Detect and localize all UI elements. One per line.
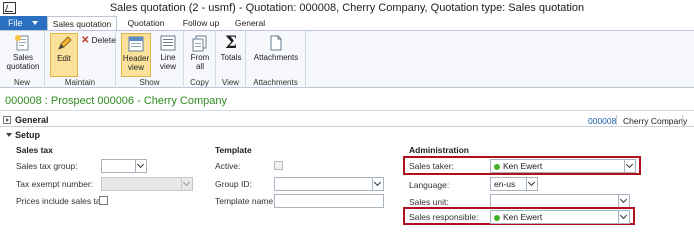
copy-from-all-button[interactable]: From all — [186, 33, 214, 77]
template-name-field[interactable] — [274, 194, 384, 208]
summary-customer-name: Cherry Company — [623, 116, 688, 126]
prices-include-tax-checkbox[interactable] — [99, 196, 108, 205]
group-label-view: View — [221, 78, 240, 87]
administration-heading: Administration — [409, 145, 469, 155]
language-field[interactable]: en-us — [490, 177, 538, 191]
chevron-down-icon[interactable] — [135, 160, 146, 172]
ribbon: Sales quotation New Edit ✕ Delete Maintai… — [0, 30, 694, 88]
active-checkbox — [274, 161, 283, 170]
tab-general[interactable]: General — [229, 16, 271, 30]
window-title: Sales quotation (2 - usmf) - Quotation: … — [109, 2, 585, 14]
tab-sales-quotation[interactable]: Sales quotation — [47, 16, 117, 30]
template-name-label: Template name: — [215, 196, 276, 206]
new-document-icon — [15, 35, 29, 51]
prices-include-tax-label: Prices include sales tax: — [16, 196, 108, 206]
sales-responsible-field[interactable]: Ken Ewert — [490, 210, 630, 224]
line-view-label-2: view — [159, 62, 176, 71]
sales-unit-field[interactable] — [490, 194, 630, 208]
header-view-icon — [128, 36, 144, 52]
ribbon-group-show: Header view Line view Show — [116, 31, 184, 88]
group-id-label: Group ID: — [215, 179, 252, 189]
attachment-document-icon — [270, 34, 283, 51]
sales-tax-group-field[interactable] — [101, 159, 147, 173]
group-label-attachments: Attachments — [253, 78, 298, 87]
active-label: Active: — [215, 161, 241, 171]
group-label-copy: Copy — [190, 78, 209, 87]
line-view-label-1: Line — [160, 53, 176, 62]
chevron-down-icon[interactable] — [618, 211, 629, 223]
sales-taker-value: Ken Ewert — [494, 161, 542, 172]
general-fasttab[interactable]: General 000008 Cherry Company — [0, 114, 694, 127]
ribbon-group-maintain: Edit ✕ Delete Maintain — [45, 31, 116, 88]
edit-label: Edit — [57, 54, 71, 63]
chevron-down-icon[interactable] — [526, 178, 537, 190]
tab-quotation[interactable]: Quotation — [119, 16, 173, 30]
chevron-down-icon[interactable] — [624, 160, 635, 172]
summary-divider-end — [682, 115, 683, 125]
header-view-label-2: view — [127, 63, 144, 72]
divider — [0, 110, 694, 111]
setup-label: Setup — [15, 130, 41, 140]
sales-quotation-label-1: Sales — [12, 53, 33, 62]
sales-tax-heading: Sales tax — [16, 145, 53, 155]
totals-button[interactable]: Σ Totals — [217, 33, 245, 77]
file-label: File — [8, 18, 23, 28]
ribbon-group-attachments: Attachments Attachments — [246, 31, 306, 88]
from-all-label-2: all — [195, 62, 204, 71]
chevron-down-icon[interactable] — [618, 195, 629, 207]
sales-tax-group-label: Sales tax group: — [16, 161, 78, 171]
attachments-button[interactable]: Attachments — [252, 33, 300, 77]
copy-icon — [192, 35, 207, 52]
chevron-down-icon — [32, 21, 38, 25]
sales-quotation-label-2: quotation — [6, 62, 40, 71]
pencil-icon — [58, 36, 72, 50]
language-value: en-us — [494, 179, 516, 189]
new-sales-quotation-button[interactable]: Sales quotation — [5, 33, 41, 77]
expand-icon[interactable] — [3, 116, 11, 124]
record-heading: 000008 : Prospect 000006 - Cherry Compan… — [5, 95, 227, 107]
delete-icon: ✕ — [81, 35, 90, 46]
delete-label: Delete — [91, 35, 116, 45]
header-view-button[interactable]: Header view — [121, 33, 151, 77]
ribbon-group-view: Σ Totals View — [216, 31, 246, 88]
collapse-icon[interactable] — [6, 133, 12, 137]
title-bar: Sales quotation (2 - usmf) - Quotation: … — [0, 0, 694, 16]
tax-exempt-number-label: Tax exempt number: — [16, 179, 94, 189]
sigma-icon: Σ — [224, 33, 238, 53]
summary-divider — [616, 115, 617, 125]
summary-quotation-link[interactable]: 000008 — [588, 116, 616, 126]
tax-exempt-number-field — [101, 177, 193, 191]
sales-taker-label: Sales taker: — [409, 161, 454, 171]
line-view-button[interactable]: Line view — [154, 33, 182, 77]
group-label-new: New — [13, 78, 30, 87]
ribbon-tabs: File Sales quotation Quotation Follow up… — [0, 16, 694, 30]
header-view-label-1: Header — [122, 54, 150, 63]
group-label-show: Show — [139, 78, 160, 87]
from-all-label-1: From — [190, 53, 210, 62]
chevron-down-icon[interactable] — [372, 178, 383, 190]
sales-taker-field[interactable]: Ken Ewert — [490, 159, 636, 173]
language-label: Language: — [409, 180, 450, 190]
file-menu-button[interactable]: File — [0, 16, 47, 30]
attachments-label: Attachments — [253, 53, 299, 62]
sales-responsible-value: Ken Ewert — [494, 212, 542, 223]
chevron-down-icon — [181, 178, 192, 190]
sales-unit-label: Sales unit: — [409, 197, 449, 207]
tab-follow-up[interactable]: Follow up — [175, 16, 227, 30]
delete-button[interactable]: ✕ Delete — [81, 35, 116, 46]
sales-responsible-label: Sales responsible: — [409, 212, 479, 222]
template-heading: Template — [215, 145, 252, 155]
ribbon-group-copy: From all Copy — [184, 31, 216, 88]
group-id-field[interactable] — [274, 177, 384, 191]
ribbon-group-new: Sales quotation New — [0, 31, 45, 88]
totals-label: Totals — [220, 53, 242, 62]
general-label: General — [15, 115, 49, 125]
edit-button[interactable]: Edit — [50, 33, 78, 77]
group-label-maintain: Maintain — [64, 78, 96, 87]
line-view-icon — [160, 35, 176, 51]
